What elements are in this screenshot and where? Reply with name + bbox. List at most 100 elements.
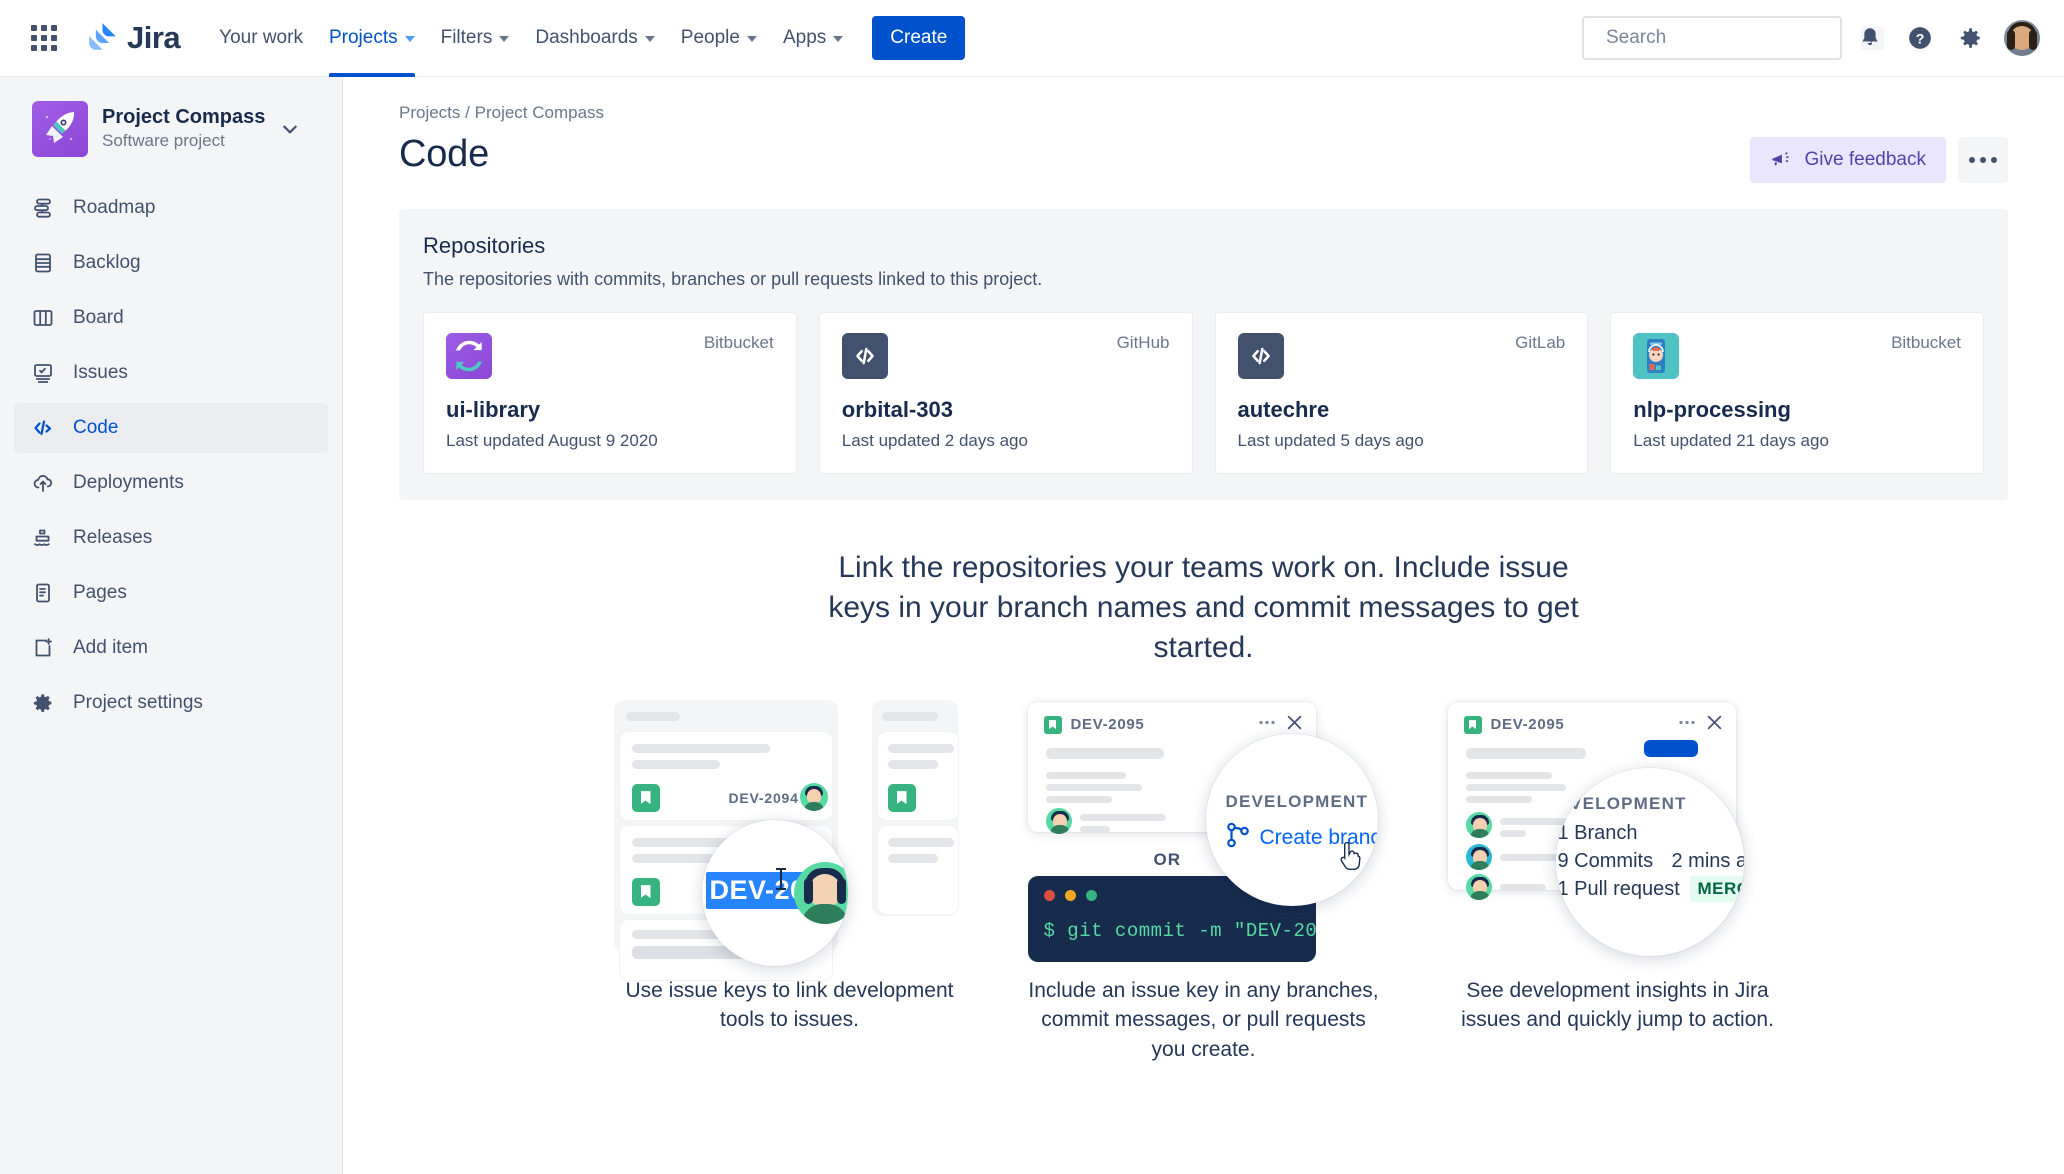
sidebar-item-deployments[interactable]: Deployments [14, 458, 328, 508]
text-cursor-icon [775, 867, 786, 890]
board-icon [30, 305, 56, 331]
more-icon[interactable] [1258, 720, 1275, 725]
sidebar-item-issues[interactable]: Issues [14, 348, 328, 398]
skeleton-line [631, 743, 770, 753]
chevron-down-icon [404, 36, 415, 42]
assignee-avatar [799, 782, 828, 811]
sidebar-item-releases[interactable]: Releases [14, 513, 328, 563]
repository-updated: Last updated 2 days ago [841, 431, 1028, 450]
repositories-subtitle: The repositories with commits, branches … [423, 269, 1043, 289]
primary-action-button[interactable] [1643, 739, 1698, 757]
sidebar-item-pages[interactable]: Pages [14, 568, 328, 618]
repository-card[interactable]: GitLab autechre Last updated 5 days ago [1214, 312, 1589, 474]
issue-type-icon [1463, 715, 1482, 734]
sidebar-item-backlog[interactable]: Backlog [14, 238, 328, 288]
empty-state-column: DEV-2094 DEV-2095 Use issue keys to link… [613, 690, 966, 1065]
zoom-lens: EVELOPMENT 1 Branch 9 Commits 2 mins ago… [1555, 767, 1744, 956]
nav-label: Your work [219, 27, 303, 48]
settings-button[interactable] [1948, 16, 1992, 60]
terminal-command: $ git commit -m "DEV-2095 Updat [1043, 919, 1316, 942]
app-switcher-icon[interactable] [22, 16, 66, 60]
dev-stat-branch: 1 Branch [1557, 821, 1638, 844]
issue-key-label: DEV-2095 [1490, 716, 1565, 734]
chevron-down-icon [499, 36, 510, 42]
sidebar-nav-list: Roadmap Backlog Board Issues Code Deploy… [0, 183, 342, 728]
sidebar-item-code[interactable]: Code [14, 403, 328, 453]
nav-item-filters[interactable]: Filters [428, 0, 523, 77]
search-box[interactable]: / [1582, 16, 1884, 60]
close-icon[interactable] [1707, 715, 1722, 730]
zoom-lens: DEVELOPMENT Create branch [1205, 733, 1378, 906]
nav-label: Apps [782, 27, 827, 48]
repository-provider: Bitbucket [1891, 333, 1961, 352]
dot [1991, 157, 1997, 163]
breadcrumb: Projects / Project Compass [399, 103, 2008, 123]
releases-icon [30, 525, 56, 551]
deployments-icon [30, 470, 56, 496]
sidebar-item-add-item[interactable]: Add item [14, 623, 328, 673]
notifications-button[interactable] [1848, 16, 1892, 60]
illustration-dev-insights: DEV-2095 EVELOPMENT 1 Branch 9 Commits 2… [1442, 690, 1794, 962]
development-section-title: EVELOPMENT [1557, 793, 1687, 813]
sidebar-item-project-settings[interactable]: Project settings [14, 678, 328, 728]
or-label: OR [1153, 849, 1181, 869]
svg-text:?: ? [1916, 30, 1925, 46]
nav-item-apps[interactable]: Apps [770, 0, 856, 77]
roadmap-icon [30, 195, 56, 221]
more-icon[interactable] [1678, 720, 1695, 725]
participant-avatar [1465, 843, 1492, 870]
sidebar-item-label: Pages [73, 582, 127, 603]
avatar[interactable] [2004, 20, 2040, 56]
give-feedback-button[interactable]: Give feedback [1749, 137, 1946, 183]
skeleton-line [1045, 771, 1126, 779]
participant-avatar [1465, 811, 1492, 838]
terminal-maximize-dot [1085, 889, 1097, 901]
sidebar-item-roadmap[interactable]: Roadmap [14, 183, 328, 233]
skeleton-line [1499, 829, 1526, 837]
repository-name: orbital-303 [841, 397, 954, 422]
code-brackets-icon [1237, 333, 1284, 379]
search-input[interactable] [1606, 27, 1851, 49]
repository-card[interactable]: Bitbucket ui-library Last updated August… [423, 312, 797, 474]
sidebar-item-label: Project settings [73, 692, 203, 713]
nav-label: Dashboards [535, 27, 638, 48]
nav-label: Projects [328, 27, 398, 48]
empty-state-column: DEV-2095 [1442, 690, 1794, 1065]
jira-wordmark: Jira [127, 20, 181, 55]
project-sidebar: Project Compass Software project Roadmap [0, 77, 343, 1174]
create-button[interactable]: Create [872, 16, 966, 60]
repository-updated: Last updated 5 days ago [1237, 431, 1424, 450]
mobile-avatar-icon [1633, 333, 1680, 379]
nav-item-people[interactable]: People [668, 0, 770, 77]
help-button[interactable]: ? [1898, 16, 1942, 60]
dot [1980, 157, 1986, 163]
illustration-caption: Use issue keys to link development tools… [625, 978, 954, 1032]
breadcrumb-projects[interactable]: Projects [399, 103, 460, 122]
terminal-minimize-dot [1064, 889, 1076, 901]
nav-item-your-work[interactable]: Your work [206, 0, 316, 77]
jira-logo[interactable]: Jira [86, 20, 181, 56]
skeleton-line [1045, 783, 1142, 791]
development-section-title: DEVELOPMENT [1225, 791, 1369, 811]
repository-card[interactable]: Bitbucket nlp-processing Last updated 21… [1610, 312, 1984, 474]
breadcrumb-project-compass[interactable]: Project Compass [475, 103, 604, 122]
repositories-title: Repositories [423, 233, 546, 258]
dev-stat-commits-time: 2 mins ago [1671, 849, 1744, 872]
chevron-down-icon [283, 125, 298, 134]
more-actions-button[interactable] [1958, 137, 2008, 183]
sidebar-item-board[interactable]: Board [14, 293, 328, 343]
nav-item-projects[interactable]: Projects [316, 0, 428, 77]
page-header-row: Code Give feedback [399, 133, 2008, 183]
dot [1969, 157, 1975, 163]
close-icon[interactable] [1287, 715, 1302, 730]
project-name: Project Compass [102, 106, 266, 129]
gear-icon [1960, 28, 1980, 48]
skeleton-line [1465, 783, 1566, 791]
backlog-icon [30, 250, 56, 276]
project-switcher[interactable]: Project Compass Software project [0, 101, 342, 157]
repository-name: nlp-processing [1633, 397, 1791, 422]
nav-item-dashboards[interactable]: Dashboards [522, 0, 667, 77]
repository-card[interactable]: GitHub orbital-303 Last updated 2 days a… [818, 312, 1193, 474]
sidebar-item-label: Issues [73, 362, 128, 383]
repository-provider: GitHub [1116, 333, 1170, 352]
